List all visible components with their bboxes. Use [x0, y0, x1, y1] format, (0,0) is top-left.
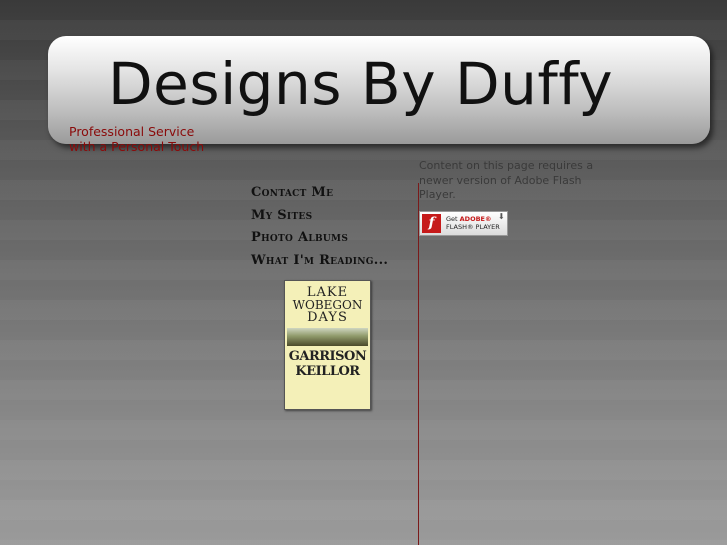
nav-link-contact-me[interactable]: Contact Me: [251, 185, 333, 200]
nav-link-my-sites[interactable]: My Sites: [251, 208, 312, 223]
flash-logo-icon: f: [422, 214, 441, 233]
download-arrow-icon: ⬇: [498, 212, 505, 221]
get-adobe-label: Get ADOBE®: [446, 216, 492, 223]
flash-player-label: FLASH® PLAYER: [446, 223, 500, 231]
book-author-line-1: GARRISON: [288, 349, 367, 364]
get-label: Get: [446, 215, 460, 223]
book-cover-image[interactable]: LAKE WOBEGON DAYS GARRISON KEILLOR: [284, 280, 371, 410]
main-nav: Contact Me My Sites Photo Albums What I'…: [251, 181, 388, 271]
tagline-line-2: with a Personal Touch: [69, 139, 205, 154]
book-title-line-3: DAYS: [307, 310, 348, 325]
tagline-line-1: Professional Service: [69, 124, 195, 139]
book-author-line-2: KEILLOR: [295, 364, 360, 379]
get-flash-player-button[interactable]: f Get ADOBE® FLASH® PLAYER ⬇: [419, 211, 508, 236]
book-cover-illustration: [287, 328, 368, 346]
nav-item-reading: What I'm Reading...: [251, 249, 388, 272]
tagline: Professional Service with a Personal Tou…: [69, 124, 204, 154]
site-title: Designs By Duffy: [108, 50, 614, 118]
adobe-label: ADOBE®: [459, 215, 492, 223]
nav-link-photo-albums[interactable]: Photo Albums: [251, 230, 348, 245]
nav-item-photos: Photo Albums: [251, 226, 388, 249]
flash-required-message: Content on this page requires a newer ve…: [419, 159, 594, 201]
content-divider: [418, 183, 419, 545]
nav-link-what-im-reading[interactable]: What I'm Reading...: [251, 253, 388, 268]
nav-item-sites: My Sites: [251, 204, 388, 227]
nav-item-contact: Contact Me: [251, 181, 388, 204]
